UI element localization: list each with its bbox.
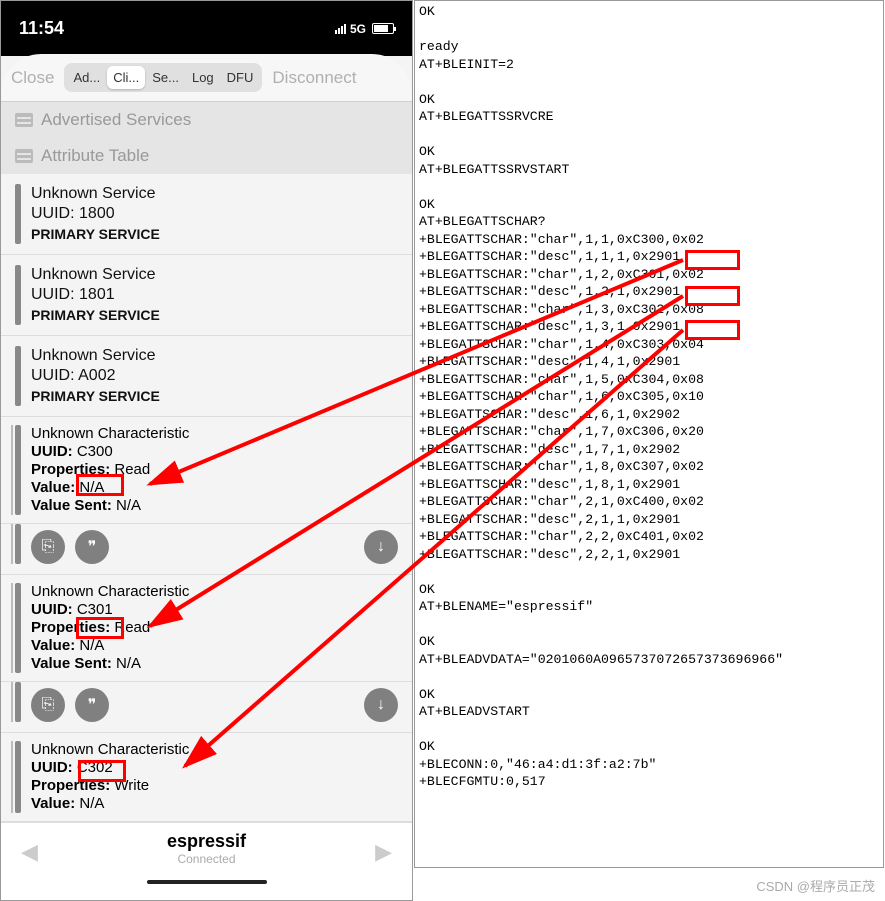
tab-log[interactable]: Log (186, 66, 220, 89)
characteristic-row[interactable]: Unknown Characteristic UUID: C302 Proper… (1, 733, 412, 822)
device-footer: ◀ ▶ espressif Connected (1, 822, 412, 900)
highlight-box (76, 617, 124, 639)
service-row[interactable]: Unknown Service UUID: 1801 PRIMARY SERVI… (1, 255, 412, 336)
list-icon (15, 149, 33, 163)
signal-icon (335, 24, 346, 34)
clock: 11:54 (19, 18, 64, 39)
tab-client[interactable]: Cli... (107, 66, 145, 89)
section-advertised-services[interactable]: Advertised Services (1, 102, 412, 138)
service-row[interactable]: Unknown Service UUID: A002 PRIMARY SERVI… (1, 336, 412, 417)
tab-segmented-control[interactable]: Ad... Cli... Se... Log DFU (64, 63, 262, 92)
tab-dfu[interactable]: DFU (221, 66, 260, 89)
highlight-box (685, 250, 740, 270)
download-icon[interactable]: ↓ (364, 530, 398, 564)
device-name: espressif (167, 831, 246, 852)
tab-server[interactable]: Se... (146, 66, 185, 89)
characteristic-row[interactable]: Unknown Characteristic UUID: C300 Proper… (1, 417, 412, 524)
close-button[interactable]: Close (11, 68, 54, 88)
disconnect-button[interactable]: Disconnect (272, 68, 356, 88)
phone-screenshot: 11:54 5G Close Ad... Cli... Se... Log DF… (0, 0, 413, 901)
next-device-icon[interactable]: ▶ (375, 839, 392, 865)
list-icon (15, 113, 33, 127)
quote-icon[interactable]: ❞ (75, 530, 109, 564)
action-row: ⎘ ❞ ↓ (1, 682, 412, 733)
battery-icon (372, 23, 394, 34)
highlight-box (76, 474, 124, 496)
highlight-box (685, 320, 740, 340)
copy-icon[interactable]: ⎘ (31, 688, 65, 722)
highlight-box (685, 286, 740, 306)
highlight-box (78, 760, 126, 782)
prev-device-icon[interactable]: ◀ (21, 839, 38, 865)
ios-status-bar: 11:54 5G (1, 1, 412, 56)
home-indicator (147, 880, 267, 884)
attribute-list: Unknown Service UUID: 1800 PRIMARY SERVI… (1, 174, 412, 900)
action-row: ⎘ ❞ ↓ (1, 524, 412, 575)
network-label: 5G (350, 22, 366, 36)
service-row[interactable]: Unknown Service UUID: 1800 PRIMARY SERVI… (1, 174, 412, 255)
copy-icon[interactable]: ⎘ (31, 530, 65, 564)
terminal-output: OK ready AT+BLEINIT=2 OK AT+BLEGATTSSRVC… (414, 0, 884, 868)
download-icon[interactable]: ↓ (364, 688, 398, 722)
tab-adv[interactable]: Ad... (67, 66, 106, 89)
section-attribute-table[interactable]: Attribute Table (1, 138, 412, 174)
watermark: CSDN @程序员正茂 (756, 876, 875, 895)
nav-bar: Close Ad... Cli... Se... Log DFU Disconn… (1, 54, 412, 102)
device-status: Connected (177, 852, 235, 866)
characteristic-row[interactable]: Unknown Characteristic UUID: C301 Proper… (1, 575, 412, 682)
quote-icon[interactable]: ❞ (75, 688, 109, 722)
